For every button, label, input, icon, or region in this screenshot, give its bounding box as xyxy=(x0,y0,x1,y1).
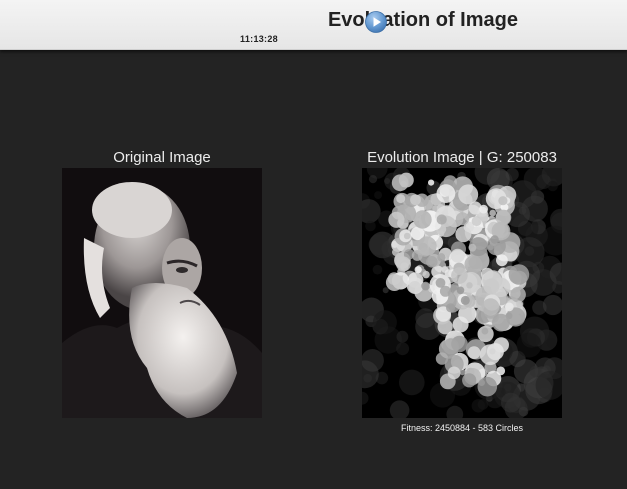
original-image xyxy=(62,168,262,418)
app-header: Evoluation of Image 11:13:28 xyxy=(0,0,627,50)
evolution-image xyxy=(362,168,562,418)
page-title: Evoluation of Image xyxy=(327,9,518,31)
evolution-image-caption: Evolution Image | G: 250083 xyxy=(367,149,557,166)
play-circle-icon xyxy=(365,11,387,33)
original-image-caption: Original Image xyxy=(113,149,211,166)
fitness-label: Fitness: 2450884 - 583 Circles xyxy=(400,423,524,433)
play-button[interactable] xyxy=(365,11,387,33)
clock: 11:13:28 xyxy=(240,34,278,44)
